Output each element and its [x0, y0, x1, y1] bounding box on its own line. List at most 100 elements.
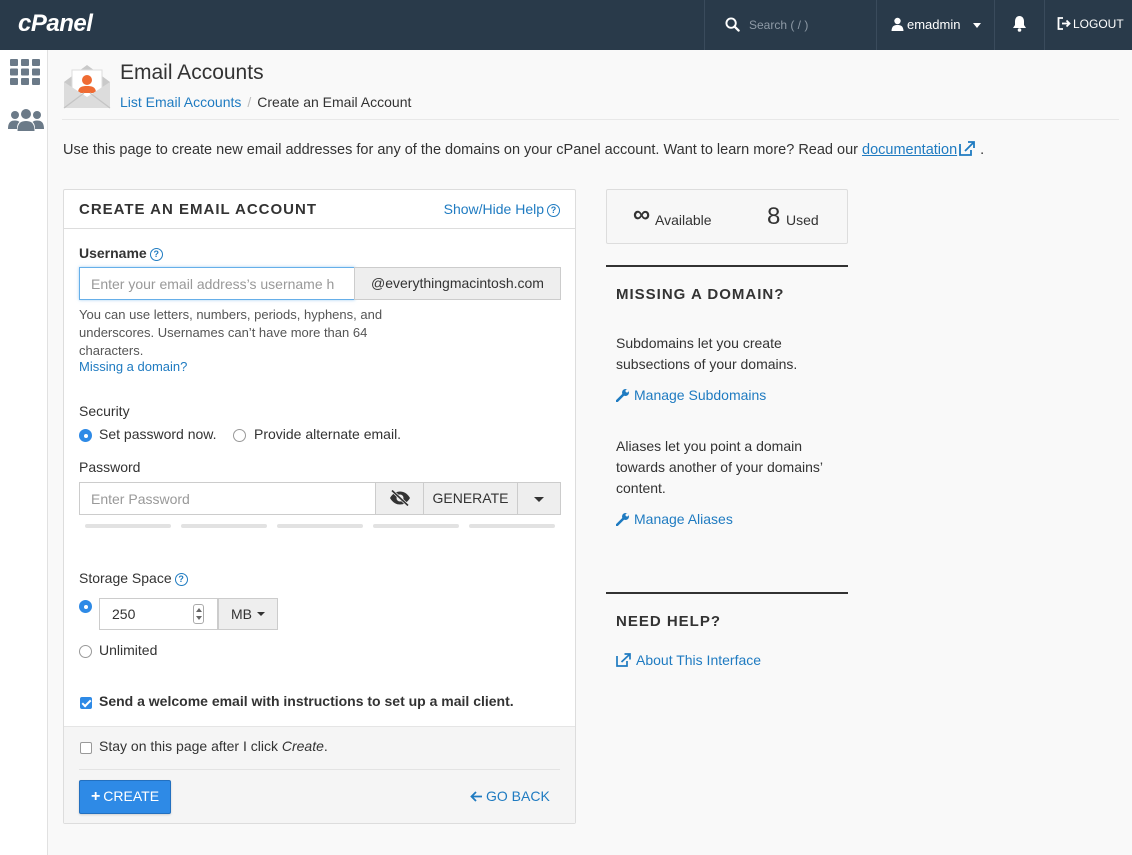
- wrench-icon: [615, 389, 629, 403]
- caret-down-icon: [534, 497, 544, 502]
- manage-subdomains-link[interactable]: Manage Subdomains: [615, 387, 767, 403]
- eye-slash-icon: [390, 490, 410, 506]
- breadcrumb-list-email-accounts[interactable]: List Email Accounts: [120, 94, 241, 110]
- sidebar-item-users[interactable]: [8, 108, 44, 138]
- sidebar: [0, 50, 48, 855]
- password-input[interactable]: [79, 482, 376, 515]
- stay-on-page-emphasis: Create: [281, 738, 324, 754]
- logout-button[interactable]: LOGOUT: [1044, 0, 1132, 50]
- username-help: You can use letters, numbers, periods, h…: [79, 307, 383, 358]
- username-input[interactable]: [79, 267, 355, 300]
- alternate-email-label[interactable]: Provide alternate email.: [254, 426, 401, 442]
- breadcrumb-separator: /: [247, 94, 252, 110]
- generate-options-dropdown[interactable]: [517, 482, 561, 515]
- account-stats: ∞ Available 8 Used: [606, 189, 848, 244]
- footer-divider: [79, 769, 560, 770]
- radio-set-password[interactable]: [79, 429, 92, 442]
- aliases-text: Aliases let you point a domain towards a…: [616, 438, 823, 496]
- need-help-heading: NEED HELP?: [616, 613, 722, 630]
- intro-body: Use this page to create new email addres…: [63, 142, 863, 158]
- cpanel-logo[interactable]: cPanel: [18, 10, 93, 38]
- username-label: Username?: [79, 245, 163, 261]
- missing-domain-divider: [606, 265, 848, 267]
- notifications-button[interactable]: [994, 0, 1044, 50]
- set-password-label[interactable]: Set password now.: [99, 426, 217, 442]
- bell-icon: [1013, 16, 1026, 32]
- strength-segment: [277, 524, 363, 528]
- radio-alternate-email[interactable]: [233, 429, 246, 442]
- documentation-link[interactable]: documentation: [862, 142, 957, 158]
- caret-down-icon: [257, 612, 265, 616]
- go-back-label: GO BACK: [486, 788, 550, 804]
- username-label-text: Username: [79, 245, 147, 261]
- search-icon: [725, 17, 740, 32]
- storage-unit-label: MB: [231, 606, 252, 622]
- create-label: CREATE: [103, 788, 160, 804]
- breadcrumb: List Email Accounts / Create an Email Acco…: [120, 94, 411, 110]
- breadcrumb-current: Create an Email Account: [257, 94, 412, 110]
- manage-aliases-link[interactable]: Manage Aliases: [615, 511, 733, 527]
- users-icon: [8, 109, 44, 131]
- unlimited-label[interactable]: Unlimited: [99, 642, 157, 658]
- search-input[interactable]: [749, 13, 869, 37]
- stay-on-page-prefix: Stay on this page after I click: [99, 738, 282, 754]
- username-label: emadmin: [907, 17, 961, 32]
- security-label: Security: [79, 403, 130, 419]
- missing-domain-heading: MISSING A DOMAIN?: [616, 286, 785, 303]
- create-email-panel: CREATE AN EMAIL ACCOUNT Show/Hide Help? …: [63, 189, 576, 824]
- stay-on-page-suffix: .: [323, 738, 328, 754]
- used-value: 8: [767, 203, 781, 230]
- header-divider: [62, 119, 1119, 120]
- strength-segment: [469, 524, 555, 528]
- logout-label: LOGOUT: [1073, 17, 1124, 31]
- about-interface-link[interactable]: About This Interface: [616, 652, 761, 668]
- panel-header: CREATE AN EMAIL ACCOUNT Show/Hide Help?: [64, 190, 575, 229]
- top-bar: cPanel emadmin LOGOUT: [0, 0, 1132, 50]
- help-circle-icon[interactable]: ?: [174, 573, 188, 586]
- domain-suffix[interactable]: @everythingmacintosh.com: [354, 267, 561, 300]
- arrow-left-icon: [470, 791, 482, 802]
- spinner-down-icon: [196, 616, 202, 620]
- page-title: Email Accounts: [120, 61, 264, 84]
- available-value: ∞: [633, 201, 651, 228]
- go-back-link[interactable]: GO BACK: [470, 788, 550, 804]
- plus-icon: +: [90, 788, 101, 805]
- radio-storage-quota[interactable]: [79, 600, 92, 613]
- need-help-divider: [606, 592, 848, 594]
- apps-grid-icon: [10, 59, 40, 85]
- help-circle-icon: ?: [547, 204, 560, 217]
- wrench-icon: [615, 513, 629, 527]
- welcome-email-checkbox[interactable]: [80, 697, 92, 709]
- welcome-email-label[interactable]: Send a welcome email with instructions t…: [99, 693, 514, 709]
- chevron-down-icon: [973, 23, 981, 28]
- manage-subdomains-label: Manage Subdomains: [634, 387, 767, 403]
- storage-label-text: Storage Space: [79, 570, 172, 586]
- create-button[interactable]: + CREATE: [79, 780, 171, 814]
- stay-on-page-label[interactable]: Stay on this page after I click Create.: [99, 738, 328, 754]
- email-accounts-icon: [62, 62, 112, 113]
- missing-domain-link[interactable]: Missing a domain?: [79, 359, 187, 374]
- search-box[interactable]: [704, 0, 876, 50]
- storage-unit-dropdown[interactable]: MB: [218, 598, 278, 630]
- logout-icon: [1057, 17, 1071, 30]
- show-hide-help-label: Show/Hide Help: [443, 201, 544, 217]
- external-link-icon[interactable]: [959, 141, 976, 156]
- available-label: Available: [655, 212, 712, 228]
- used-label: Used: [786, 212, 819, 228]
- manage-aliases-label: Manage Aliases: [634, 511, 733, 527]
- generate-password-button[interactable]: GENERATE: [423, 482, 518, 515]
- panel-title: CREATE AN EMAIL ACCOUNT: [79, 201, 317, 218]
- radio-storage-unlimited[interactable]: [79, 645, 92, 658]
- external-link-icon: [616, 653, 631, 667]
- storage-label: Storage Space?: [79, 570, 188, 586]
- spinner-up-icon: [196, 608, 202, 612]
- help-circle-icon[interactable]: ?: [149, 248, 163, 261]
- user-menu[interactable]: emadmin: [876, 0, 994, 50]
- subdomains-text: Subdomains let you create subsections of…: [616, 335, 798, 372]
- show-hide-help-link[interactable]: Show/Hide Help?: [444, 201, 560, 217]
- stay-on-page-checkbox[interactable]: [80, 742, 92, 754]
- toggle-password-visibility[interactable]: [375, 482, 424, 515]
- strength-segment: [85, 524, 171, 528]
- sidebar-item-apps[interactable]: [10, 59, 40, 89]
- spinner-icon[interactable]: [193, 604, 204, 624]
